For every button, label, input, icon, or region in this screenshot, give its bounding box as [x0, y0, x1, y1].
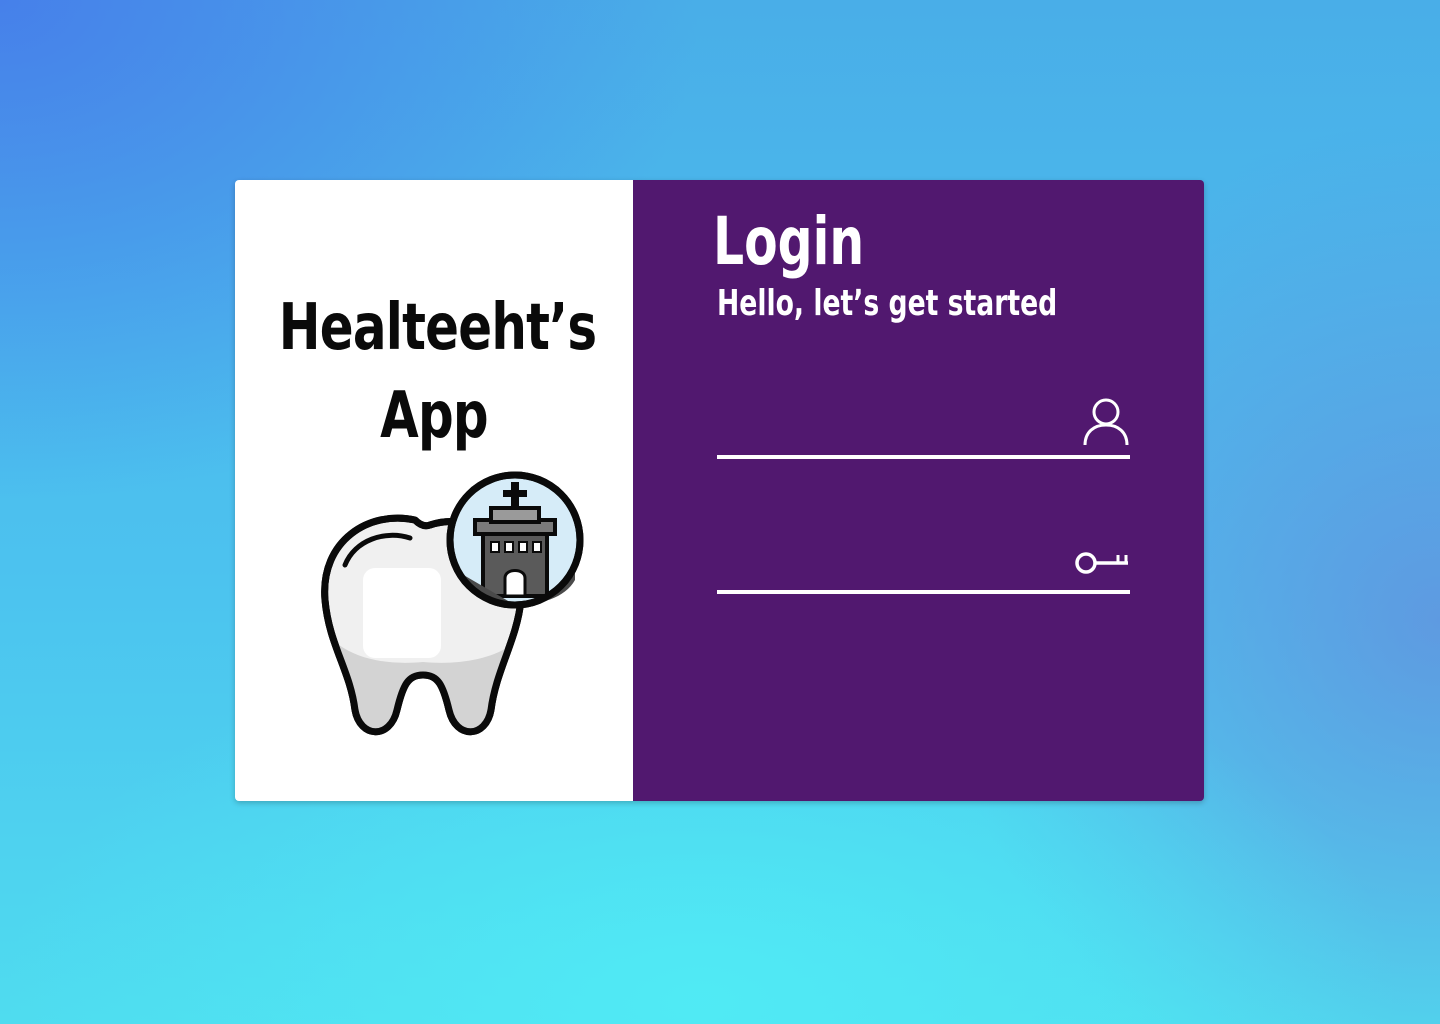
app-name-line1: Healteeht’s — [278, 291, 597, 365]
key-icon — [1075, 552, 1128, 574]
login-title: Login — [713, 203, 865, 280]
password-input[interactable] — [717, 540, 1071, 582]
app-name-line2: App — [380, 379, 489, 453]
user-icon — [1083, 398, 1129, 446]
username-field — [717, 395, 1130, 459]
username-input[interactable] — [717, 405, 1071, 447]
tooth-with-clinic-icon — [321, 471, 584, 736]
app-name: Healteeht’s App — [278, 284, 597, 460]
login-subtitle: Hello, let’s get started — [717, 283, 1058, 324]
password-field — [717, 530, 1130, 594]
login-card: Healteeht’s App Login Hello, let’s get s… — [235, 180, 1204, 801]
brand-panel: Healteeht’s App — [235, 180, 633, 801]
login-panel: Login Hello, let’s get started — [633, 180, 1204, 801]
